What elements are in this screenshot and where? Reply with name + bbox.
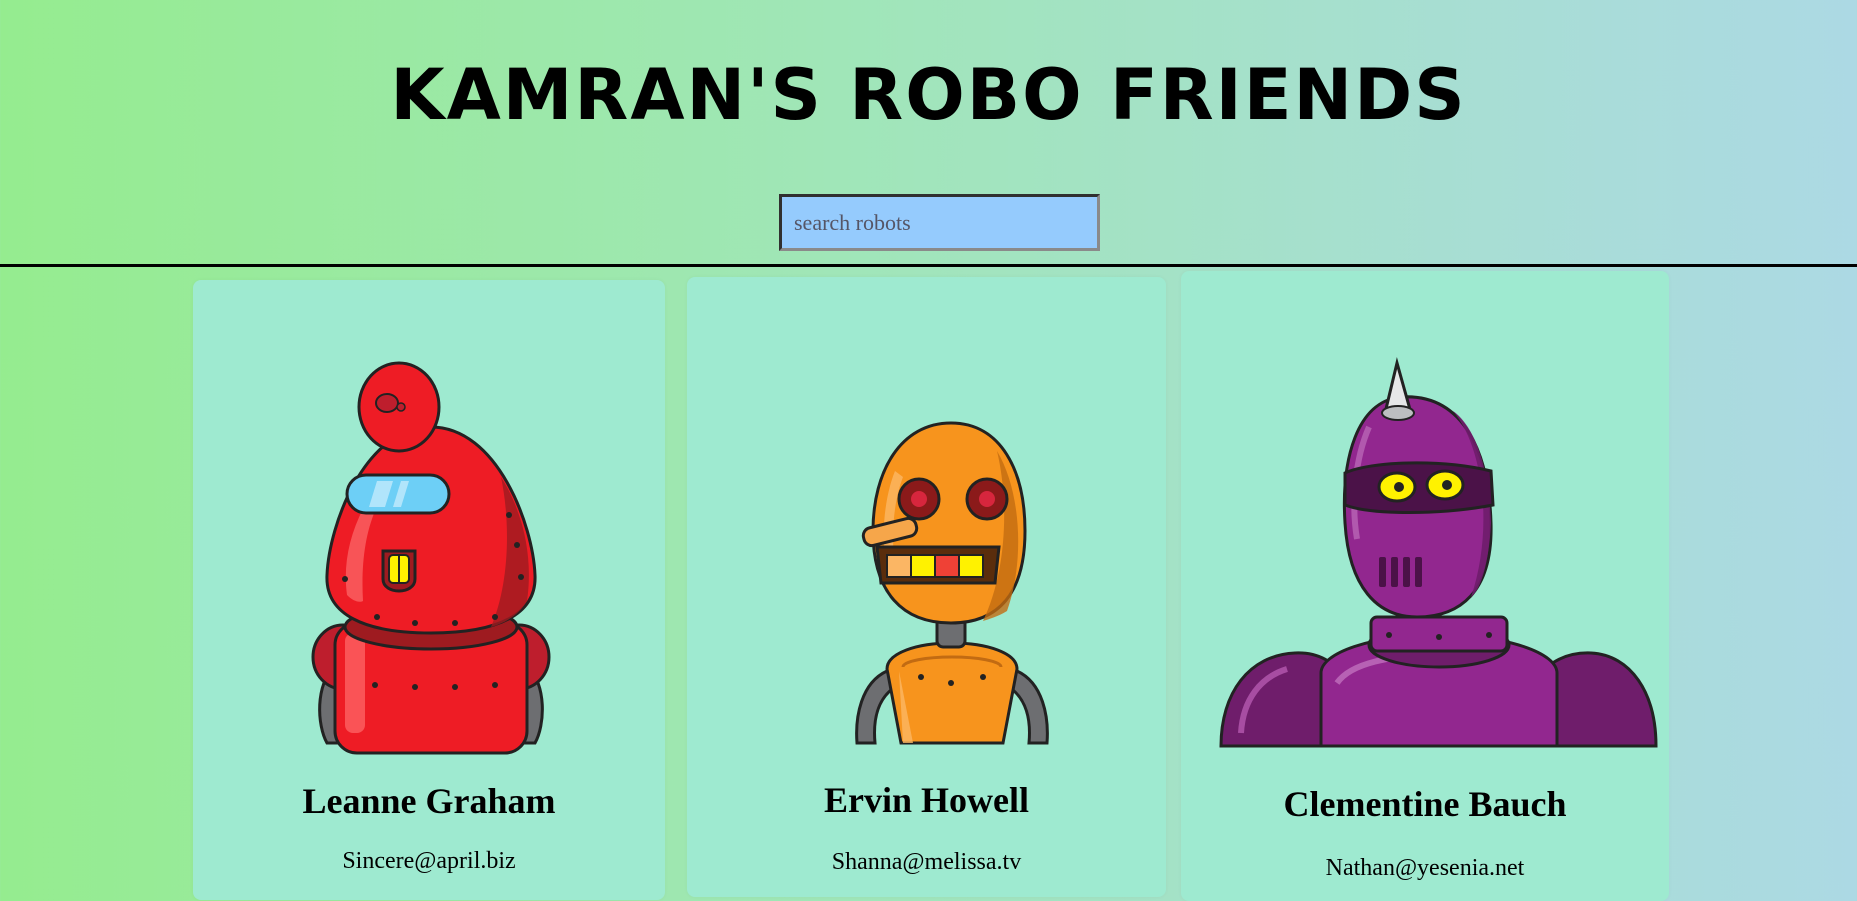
header-divider <box>0 264 1857 267</box>
robot-card[interactable]: Ervin Howell Shanna@melissa.tv <box>687 277 1166 897</box>
page-title: KAMRAN'S ROBO FRIENDS <box>390 54 1467 136</box>
robot-name: Clementine Bauch <box>1283 784 1567 824</box>
robot-image-orange <box>855 421 1049 745</box>
robot-card[interactable]: Clementine Bauch Nathan@yesenia.net <box>1181 271 1669 901</box>
robot-name: Leanne Graham <box>302 781 556 821</box>
robot-card[interactable]: Leanne Graham Sincere@april.biz <box>193 280 665 900</box>
robot-email: Nathan@yesenia.net <box>1325 855 1525 881</box>
search-input[interactable] <box>779 194 1100 251</box>
robot-image-purple <box>1219 357 1658 748</box>
robot-email: Sincere@april.biz <box>342 848 516 874</box>
robot-image-red <box>311 361 551 755</box>
robot-email: Shanna@melissa.tv <box>831 849 1022 875</box>
robot-name: Ervin Howell <box>824 780 1029 820</box>
app-header: KAMRAN'S ROBO FRIENDS <box>0 0 1857 264</box>
